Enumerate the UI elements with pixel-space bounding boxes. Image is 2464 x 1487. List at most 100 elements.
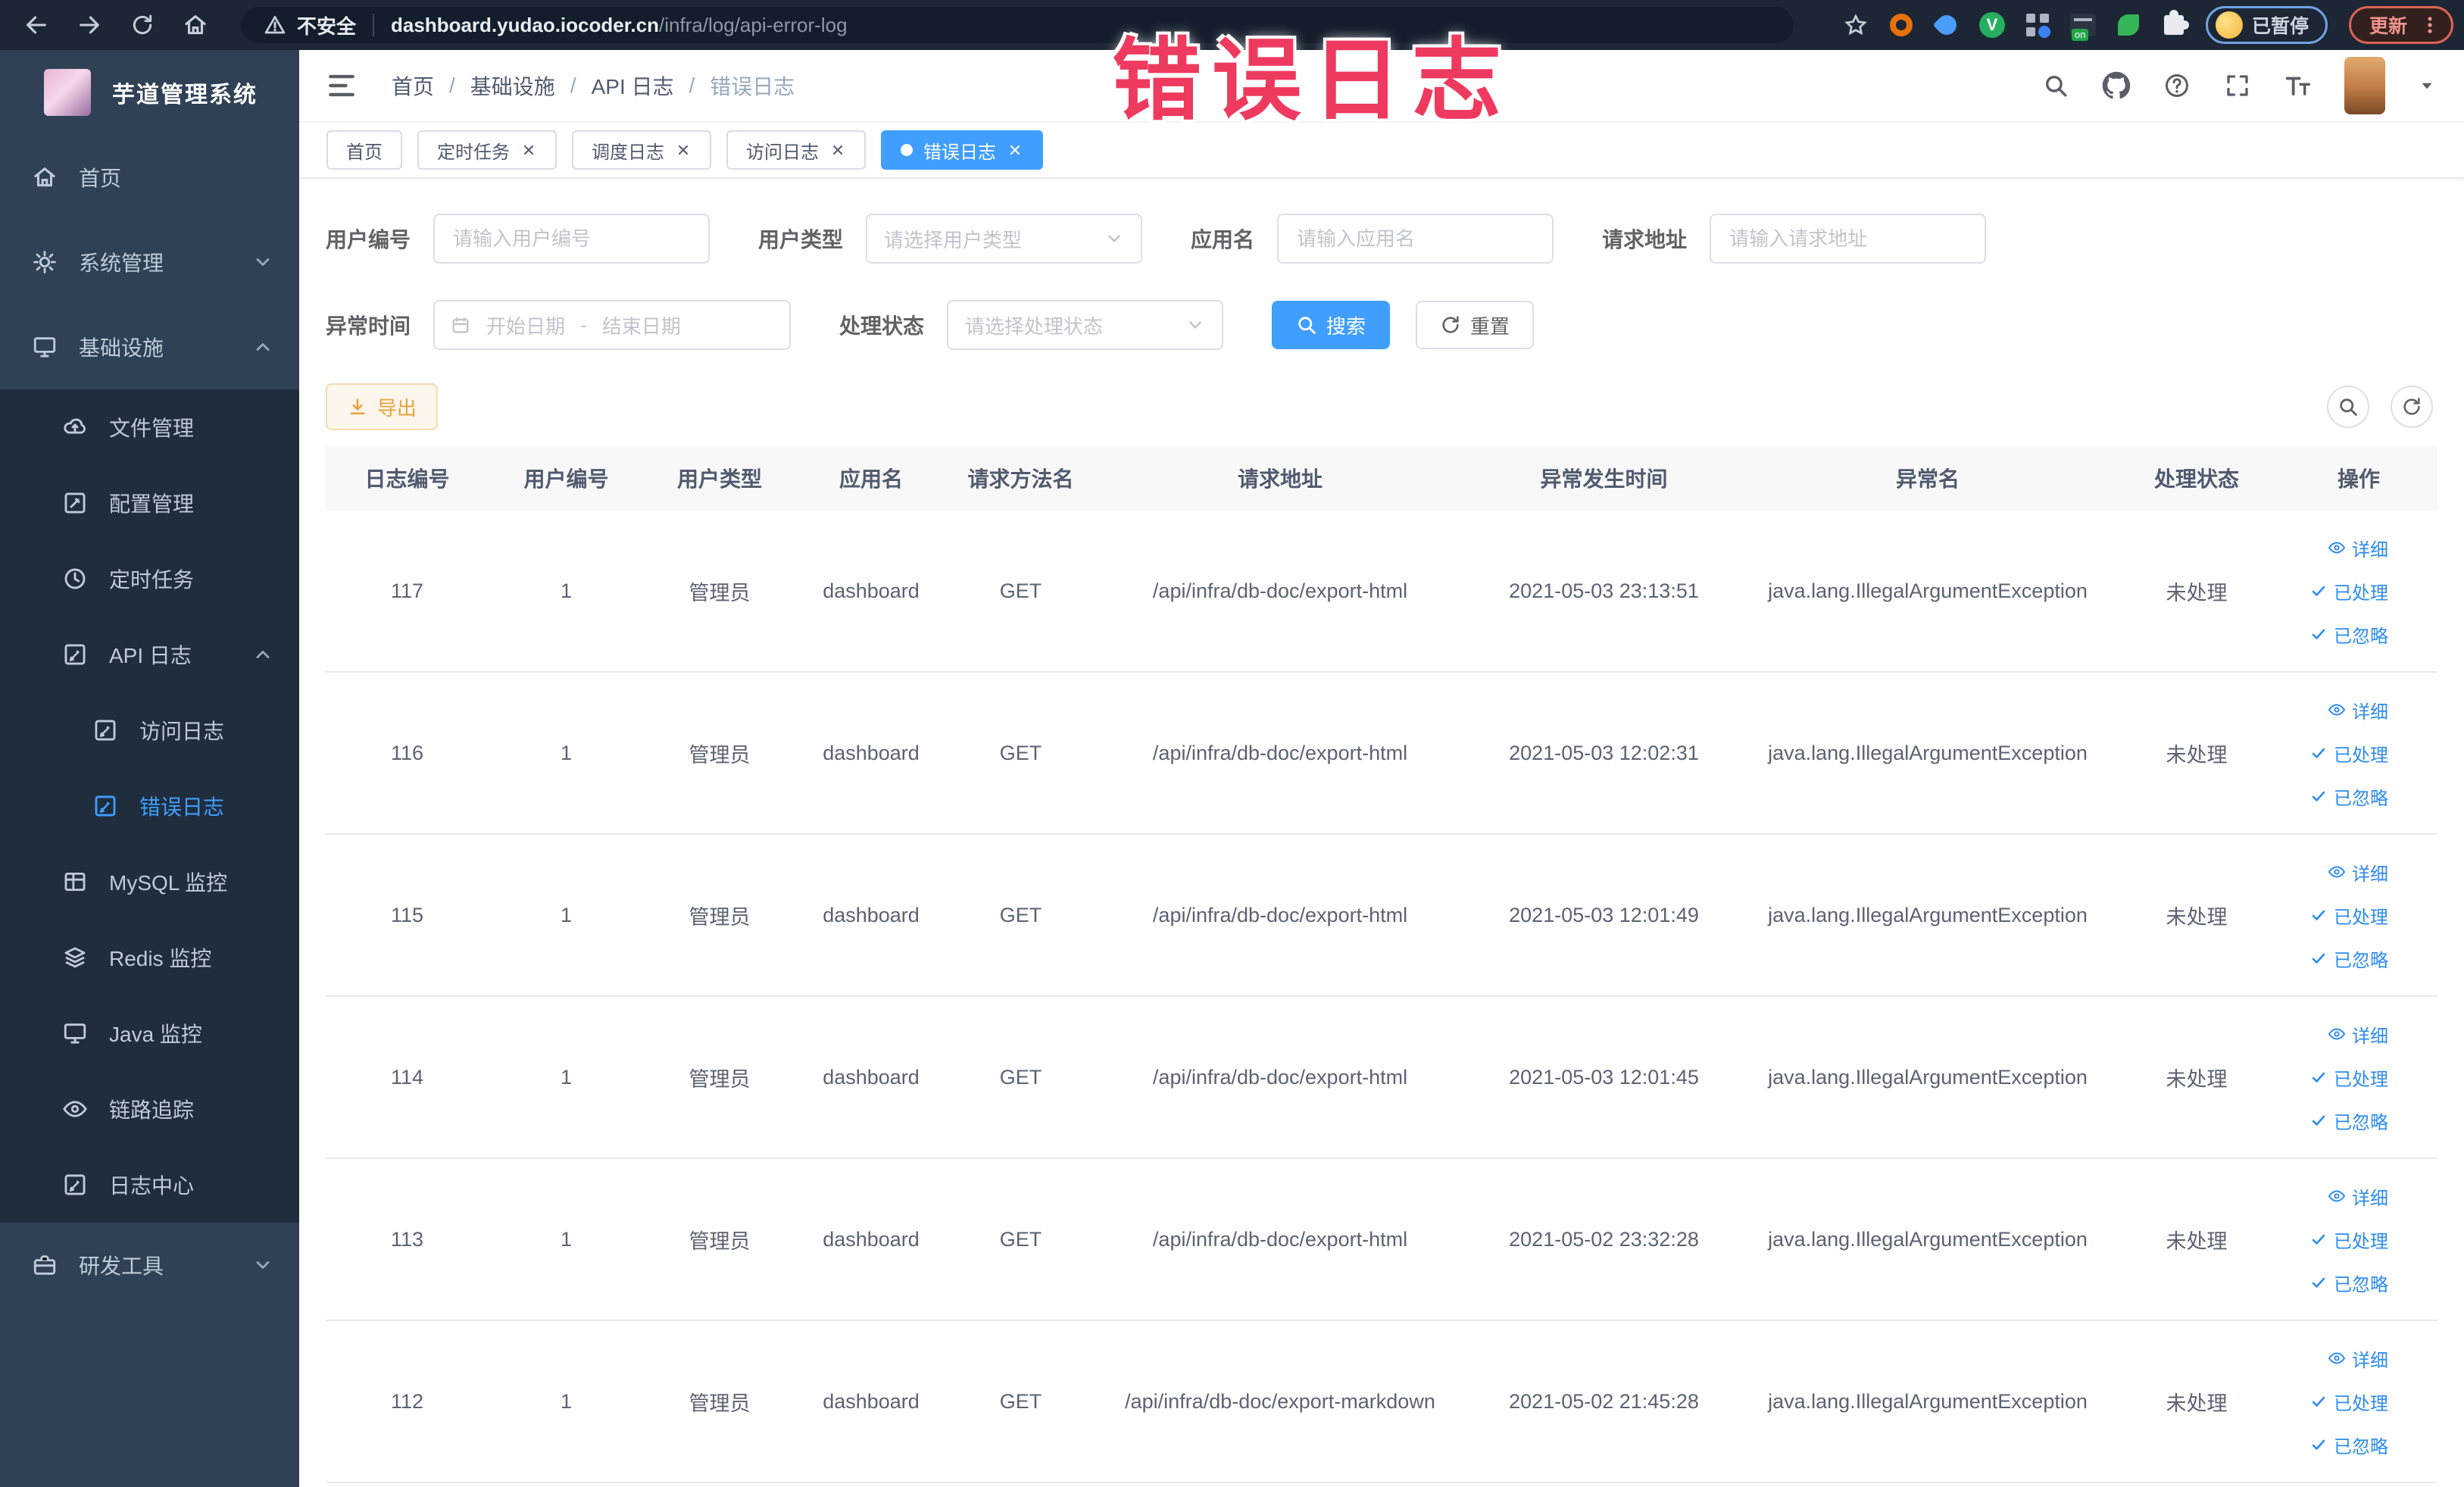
ignored-link[interactable]: 已忽略 [2309, 945, 2388, 972]
ignored-link[interactable]: 已忽略 [2309, 621, 2388, 648]
tab-close-icon[interactable] [829, 142, 846, 158]
processed-link[interactable]: 已处理 [2309, 1389, 2388, 1415]
sidebar-item-infrastructure[interactable]: 基础设施 [0, 305, 299, 389]
profile-paused-badge[interactable]: 已暂停 [2205, 6, 2328, 44]
detail-link[interactable]: 详细 [2328, 697, 2388, 723]
sidebar-item-java-monitor[interactable]: Java 监控 [0, 995, 299, 1071]
sidebar-item-home[interactable]: 首页 [0, 135, 299, 220]
sidebar-item-scheduled-tasks[interactable]: 定时任务 [0, 541, 299, 617]
sidebar-item-dev-tools[interactable]: 研发工具 [0, 1223, 299, 1307]
browser-home-button[interactable] [179, 8, 212, 42]
cell-user-id: 1 [489, 1158, 644, 1321]
extension-blue-drop-icon[interactable] [1932, 11, 1961, 39]
sidebar-item-label: 错误日志 [139, 795, 225, 819]
detail-link[interactable]: 详细 [2328, 1021, 2388, 1048]
export-button[interactable]: 导出 [326, 383, 439, 430]
address-bar[interactable]: 不安全 dashboard.yudao.iocoder.cn /infra/lo… [241, 7, 1794, 43]
processed-link[interactable]: 已处理 [2309, 1226, 2388, 1253]
breadcrumb-home[interactable]: 首页 [392, 70, 434, 101]
processed-link[interactable]: 已处理 [2309, 578, 2388, 604]
tab-close-icon[interactable] [1007, 142, 1023, 158]
detail-link[interactable]: 详细 [2328, 859, 2388, 886]
sidebar-item-config-management[interactable]: 配置管理 [0, 465, 299, 541]
user-type-select[interactable]: 请选择用户类型 [866, 214, 1143, 264]
cell-request-url: /api/infra/db-doc/export-html [1095, 672, 1466, 835]
chevron-down-icon [1185, 315, 1205, 335]
help-icon[interactable] [2163, 71, 2191, 100]
sidebar-item-label: API 日志 [109, 644, 192, 667]
processed-link[interactable]: 已处理 [2309, 902, 2388, 929]
cell-log-id: 117 [326, 511, 489, 673]
process-status-select[interactable]: 请选择处理状态 [947, 300, 1224, 350]
sidebar-item-error-log[interactable]: 错误日志 [0, 768, 299, 844]
ignored-link[interactable]: 已忽略 [2309, 783, 2388, 810]
check-icon [2309, 1392, 2328, 1410]
browser-back-button[interactable] [20, 8, 53, 42]
cell-exception-name: java.lang.IllegalArgumentException [1742, 1158, 2113, 1321]
sidebar-item-access-log[interactable]: 访问日志 [0, 692, 299, 768]
browser-reload-button[interactable] [126, 8, 159, 42]
table-row: 112 1 管理员 dashboard GET /api/infra/db-do… [326, 1320, 2437, 1483]
cell-user-type: 管理员 [644, 834, 795, 997]
eye-icon [2328, 1349, 2346, 1367]
tab-error-log[interactable]: 错误日志 [881, 130, 1043, 170]
exception-time-range-picker[interactable]: 开始日期 - 结束日期 [433, 300, 792, 350]
browser-update-button[interactable]: 更新 [2348, 6, 2453, 44]
ignored-link[interactable]: 已忽略 [2309, 1107, 2388, 1134]
toggle-search-button[interactable] [2327, 386, 2369, 428]
detail-link[interactable]: 详细 [2328, 1345, 2388, 1372]
extension-leaf-icon[interactable] [2115, 11, 2142, 39]
sidebar-item-file-management[interactable]: 文件管理 [0, 389, 299, 465]
search-icon[interactable] [2041, 71, 2070, 100]
search-button[interactable]: 搜索 [1272, 301, 1391, 349]
fullscreen-icon[interactable] [2223, 71, 2252, 100]
extension-orange-icon[interactable] [1888, 11, 1915, 39]
extension-grid-icon[interactable] [2024, 11, 2051, 39]
sidebar-item-system-management[interactable]: 系统管理 [0, 220, 299, 305]
app-logo-row[interactable]: 芋道管理系统 [0, 50, 299, 135]
sidebar-item-log-center[interactable]: 日志中心 [0, 1147, 299, 1223]
sidebar-item-label: 首页 [79, 167, 122, 190]
tab-home[interactable]: 首页 [326, 130, 402, 170]
bookmark-star-icon[interactable] [1842, 11, 1869, 39]
font-size-icon[interactable] [2284, 71, 2313, 100]
refresh-table-button[interactable] [2391, 386, 2433, 428]
toolbox-icon [32, 1252, 58, 1278]
detail-link[interactable]: 详细 [2328, 1183, 2388, 1210]
breadcrumb-api-log[interactable]: API 日志 [592, 70, 674, 101]
sidebar-collapse-icon[interactable] [325, 69, 358, 102]
breadcrumb-infrastructure[interactable]: 基础设施 [470, 70, 555, 101]
tab-close-icon[interactable] [675, 142, 692, 158]
browser-forward-button[interactable] [73, 8, 106, 42]
tab-close-icon[interactable] [520, 142, 537, 158]
processed-link[interactable]: 已处理 [2309, 1064, 2388, 1091]
request-url-input[interactable] [1710, 214, 1987, 264]
detail-link[interactable]: 详细 [2328, 535, 2388, 561]
avatar-caret-down-icon[interactable] [2417, 76, 2437, 95]
reset-button[interactable]: 重置 [1416, 301, 1535, 349]
processed-link[interactable]: 已处理 [2309, 740, 2388, 767]
ignored-link[interactable]: 已忽略 [2309, 1432, 2388, 1458]
cell-exception-name: java.lang.IllegalArgumentException [1742, 996, 2113, 1159]
sidebar-item-mysql-monitor[interactable]: MySQL 监控 [0, 844, 299, 920]
user-avatar[interactable] [2344, 57, 2385, 114]
table-row: 116 1 管理员 dashboard GET /api/infra/db-do… [326, 672, 2437, 835]
active-tab-dot [901, 144, 913, 156]
extensions-puzzle-icon[interactable] [2160, 10, 2189, 39]
sidebar-item-trace[interactable]: 链路追踪 [0, 1071, 299, 1147]
eye-icon [2328, 863, 2346, 881]
app-name-input[interactable] [1277, 214, 1554, 264]
extension-green-v-icon[interactable]: V [1978, 11, 2006, 39]
cell-process-status: 未处理 [2113, 672, 2280, 835]
cell-log-id: 116 [326, 672, 489, 835]
tab-access-log[interactable]: 访问日志 [726, 130, 866, 170]
tab-scheduled-tasks[interactable]: 定时任务 [417, 130, 557, 170]
sidebar-item-redis-monitor[interactable]: Redis 监控 [0, 920, 299, 995]
ignored-link[interactable]: 已忽略 [2309, 1270, 2388, 1296]
extension-on-badge-icon[interactable] [2069, 11, 2097, 41]
github-icon[interactable] [2102, 71, 2131, 100]
sidebar-item-api-log[interactable]: API 日志 [0, 617, 299, 692]
tab-schedule-log[interactable]: 调度日志 [572, 130, 711, 170]
eye-icon [62, 1096, 88, 1122]
user-id-input[interactable] [433, 214, 710, 264]
